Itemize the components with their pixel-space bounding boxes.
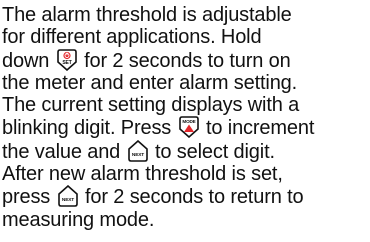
next-button-icon: NEXT xyxy=(127,139,149,162)
text-line-7: the value and NEXT to select digit. xyxy=(2,139,368,163)
text-line-3: down SET for 2 seconds to turn on xyxy=(2,48,368,72)
text-fragment: for 2 seconds to return to xyxy=(85,186,304,209)
text-line-2: for different applications. Hold xyxy=(2,26,262,49)
next-button-icon: NEXT xyxy=(57,185,79,208)
svg-text:MODE: MODE xyxy=(182,119,195,124)
svg-text:NEXT: NEXT xyxy=(61,197,73,203)
text-fragment: for 2 seconds to turn on xyxy=(84,49,291,72)
text-line-8: After new alarm threshold is set, xyxy=(2,163,283,186)
svg-text:SET: SET xyxy=(62,60,71,66)
manual-paragraph: The alarm threshold is adjustable for di… xyxy=(2,4,368,231)
power-set-button-icon: SET xyxy=(56,48,78,71)
text-fragment: press xyxy=(2,186,51,209)
text-fragment: blinking digit. Press xyxy=(2,117,172,140)
text-line-6: blinking digit. Press MODE to increment xyxy=(2,116,368,139)
text-line-5: The current setting displays with a xyxy=(2,94,300,117)
text-line-1: The alarm threshold is adjustable xyxy=(2,4,292,26)
svg-text:NEXT: NEXT xyxy=(131,152,143,158)
text-fragment: the value and xyxy=(2,140,121,163)
text-fragment: down xyxy=(2,49,50,72)
text-fragment: to select digit. xyxy=(155,140,275,163)
text-line-4: the meter and enter alarm setting. xyxy=(2,71,298,94)
mode-up-button-icon: MODE xyxy=(178,116,200,139)
text-line-10: measuring mode. xyxy=(2,208,155,231)
text-fragment: to increment xyxy=(206,117,315,140)
text-line-9: press NEXT for 2 seconds to return to xyxy=(2,185,368,208)
